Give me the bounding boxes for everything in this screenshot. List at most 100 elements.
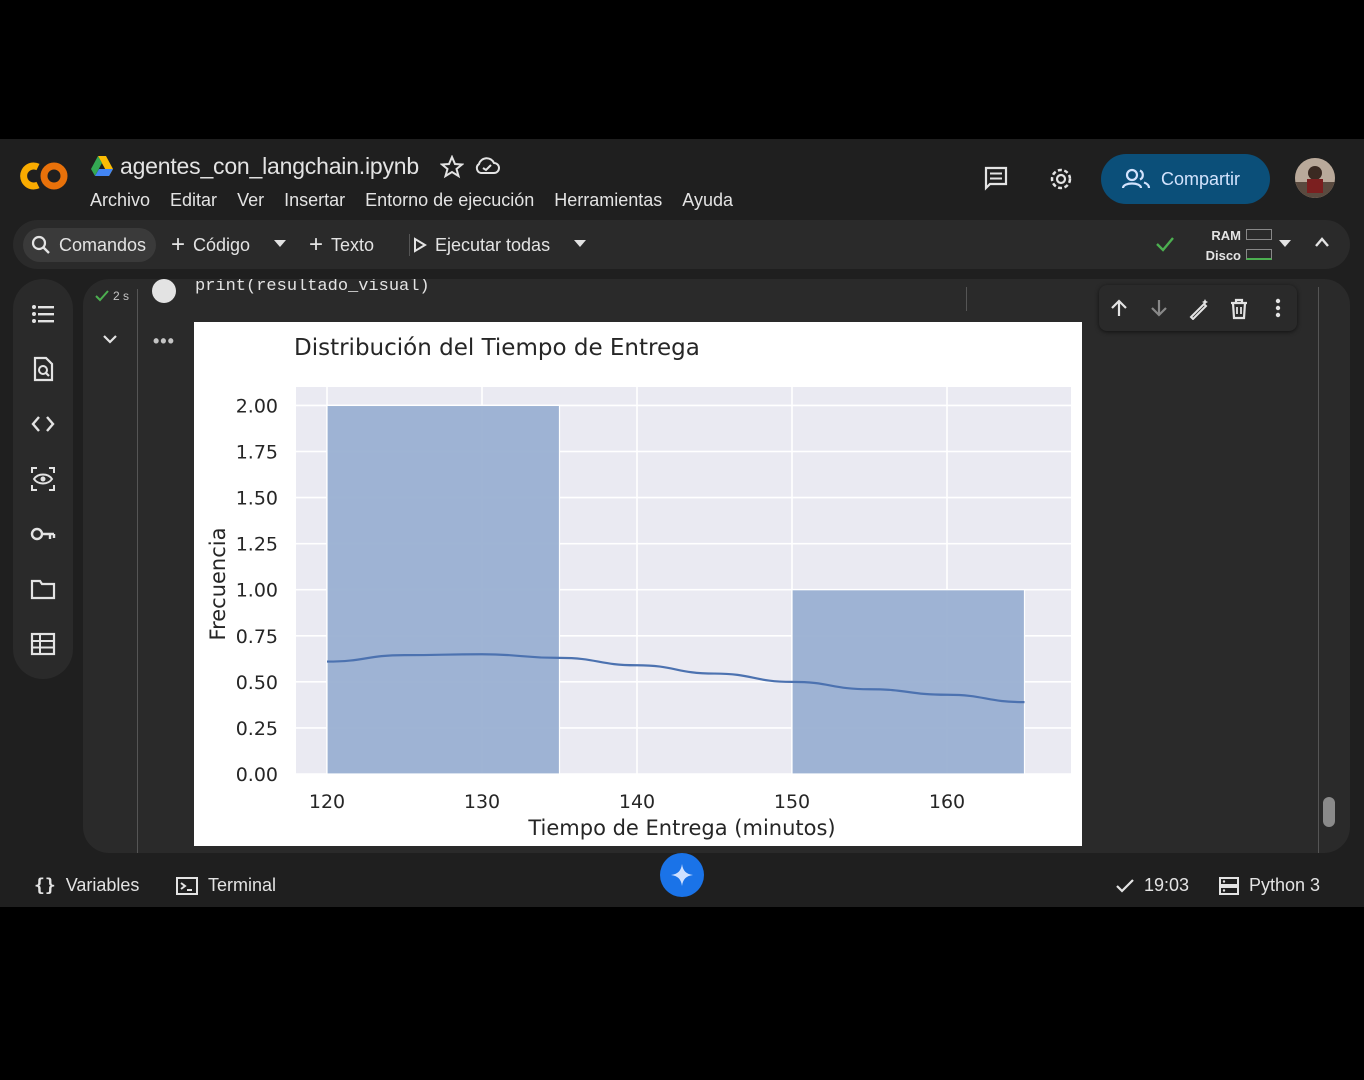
check-icon [95,290,109,302]
table-of-contents-icon[interactable] [30,301,56,327]
y-tick-label: 0.00 [236,764,278,786]
commands-button[interactable]: Comandos [23,228,157,262]
resources-dropdown-icon[interactable] [1279,240,1291,248]
menu-ver[interactable]: Ver [237,190,274,211]
share-button[interactable]: Compartir [1101,154,1270,204]
code-label: Código [193,234,251,255]
output-actions-icon[interactable]: ••• [153,331,175,352]
variables-button[interactable]: {} Variables [34,875,139,896]
y-tick-label: 1.50 [236,488,278,510]
people-icon [1121,168,1151,189]
chart-title: Distribución del Tiempo de Entrega [294,335,700,361]
cloud-saved-icon[interactable] [474,156,500,176]
drive-icon[interactable] [91,156,113,176]
commands-label: Comandos [59,234,147,255]
more-vert-icon[interactable] [1275,298,1281,318]
y-tick-label: 1.00 [236,580,278,602]
move-down-arrow-icon[interactable] [1149,298,1169,318]
menu-ayuda[interactable]: Ayuda [682,190,743,211]
data-table-icon[interactable] [30,631,56,657]
last-run-time: 19:03 [1144,875,1190,895]
star-icon[interactable] [440,155,464,179]
y-axis-label: Frecuencia [206,528,230,641]
execution-status[interactable]: 2 s [95,289,129,303]
share-label: Compartir [1161,168,1241,189]
comment-icon[interactable] [983,165,1009,191]
user-avatar[interactable] [1295,158,1335,198]
collapse-output-chevron-icon[interactable] [102,334,118,344]
editor-divider [966,287,967,311]
terminal-label: Terminal [208,875,277,895]
sparkle-icon [671,864,693,886]
variable-inspector-eye-icon[interactable] [30,466,56,492]
scroll-track-divider [1318,287,1319,853]
disk-label: Disco [1205,248,1241,263]
settings-gear-icon[interactable] [1047,165,1075,193]
x-tick-label: 140 [619,791,655,813]
notebook-scrollbar[interactable] [1323,797,1335,827]
delete-trash-icon[interactable] [1229,298,1249,320]
code-snippets-icon[interactable] [30,411,56,437]
x-tick-label: 120 [309,791,345,813]
histogram-chart: Distribución del Tiempo de Entrega 0.00 0… [206,335,1071,840]
find-in-document-icon[interactable] [30,356,56,382]
run-dropdown-icon[interactable] [574,240,586,248]
search-icon [31,235,50,254]
y-tick-label: 1.75 [236,442,278,464]
code-editor-line[interactable]: print(resultado_visual) [195,279,430,296]
server-icon [1219,876,1239,895]
x-tick-label: 150 [774,791,810,813]
y-tick-label: 2.00 [236,395,278,417]
terminal-icon [176,876,198,895]
gemini-button[interactable] [660,853,704,897]
notebook-toolbar: Comandos + Código + Texto Ejecutar todas… [13,220,1350,269]
menu-entorno[interactable]: Entorno de ejecución [365,190,544,211]
left-sidebar [13,279,73,679]
y-tick-label: 0.75 [236,626,278,648]
avatar-image [1295,158,1335,198]
notebook-cell-area: 2 s print(resultado_visual) ••• Distribu… [83,279,1350,853]
run-all-button[interactable]: Ejecutar todas [413,228,550,262]
last-run-status[interactable]: 19:03 [1116,875,1189,896]
histogram-bar [326,404,561,775]
y-tick-label: 0.50 [236,672,278,694]
menu-herramientas[interactable]: Herramientas [554,190,672,211]
kernel-status[interactable]: Python 3 [1219,875,1320,896]
add-text-button[interactable]: + Texto [309,228,374,262]
connected-check-icon[interactable] [1155,235,1175,253]
move-up-arrow-icon[interactable] [1109,298,1129,318]
kernel-label: Python 3 [1249,875,1321,895]
code-dropdown-icon[interactable] [274,240,286,248]
ram-meter [1246,229,1272,240]
text-label: Texto [331,234,375,255]
check-icon [1116,878,1134,893]
edit-wand-icon[interactable] [1188,298,1210,320]
colab-window: agentes_con_langchain.ipynb Archivo Edit… [0,139,1364,907]
menu-bar: Archivo Editar Ver Insertar Entorno de e… [90,190,753,211]
variables-label: Variables [65,875,140,895]
run-all-label: Ejecutar todas [435,234,551,255]
resource-labels[interactable]: RAM Disco [1191,226,1241,266]
cell-toolbar [1099,285,1297,331]
cell-output-plot: Distribución del Tiempo de Entrega 0.00 0… [194,322,1082,846]
x-tick-label: 160 [929,791,965,813]
menu-insertar[interactable]: Insertar [284,190,355,211]
files-folder-icon[interactable] [30,576,56,602]
menu-editar[interactable]: Editar [170,190,227,211]
run-cell-button[interactable] [152,279,176,303]
menu-archivo[interactable]: Archivo [90,190,160,211]
cell-gutter-divider [137,289,138,853]
add-code-button[interactable]: + Código [171,228,250,262]
colab-logo[interactable] [18,159,70,193]
terminal-button[interactable]: Terminal [176,875,276,896]
y-tick-label: 0.25 [236,718,278,740]
histogram-bar [791,589,1026,775]
plus-icon: + [171,231,186,258]
execution-time: 2 s [113,289,130,303]
y-tick-label: 1.25 [236,534,278,556]
collapse-up-icon[interactable] [1314,236,1330,248]
x-tick-label: 130 [464,791,500,813]
secrets-key-icon[interactable] [30,521,56,547]
notebook-filename[interactable]: agentes_con_langchain.ipynb [120,153,419,180]
plus-icon: + [309,231,324,258]
